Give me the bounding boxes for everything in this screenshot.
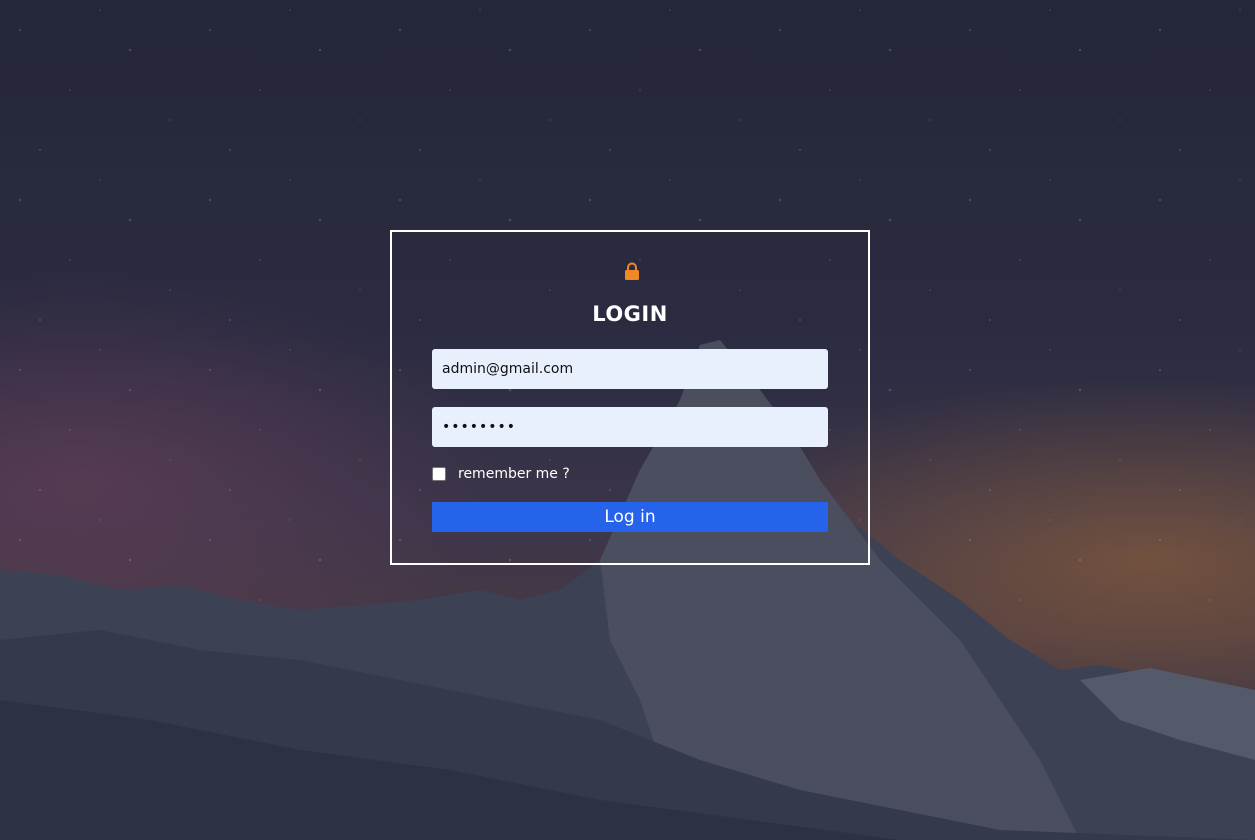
lock-icon: [625, 262, 639, 280]
password-field[interactable]: [432, 407, 828, 447]
login-button[interactable]: Log in: [432, 502, 828, 532]
remember-me-row: remember me ?: [432, 466, 570, 482]
remember-me-checkbox[interactable]: [432, 467, 446, 481]
email-field[interactable]: [432, 349, 828, 389]
remember-me-label[interactable]: remember me ?: [458, 466, 570, 482]
login-title: LOGIN: [592, 302, 668, 326]
login-panel: LOGIN remember me ? Log in: [390, 230, 870, 565]
